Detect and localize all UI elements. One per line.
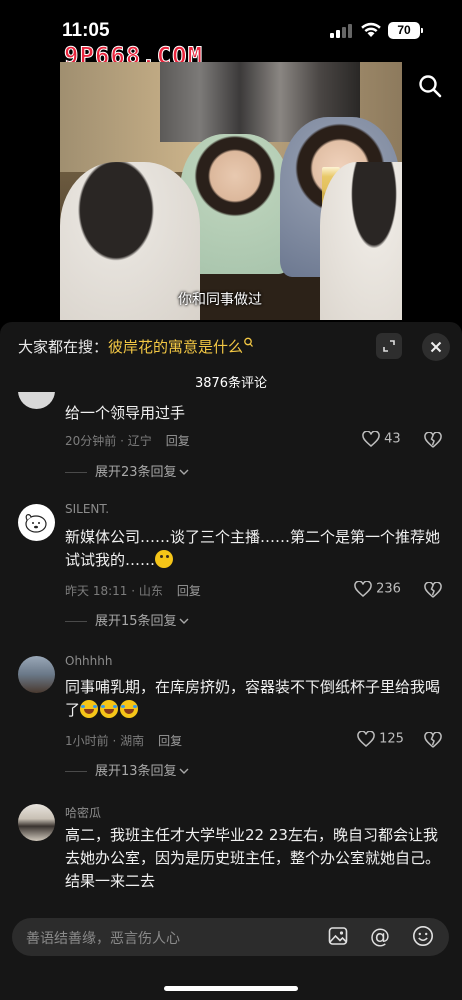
search-suggestion-keyword[interactable]: 彼岸花的寓意是什么 xyxy=(108,338,243,356)
like-count: 43 xyxy=(384,431,401,447)
expand-replies-label: 展开23条回复 xyxy=(95,465,177,480)
comment-input[interactable]: 善语结善缘，恶言伤人心 @ xyxy=(12,918,449,956)
video-caption: 你和同事做过 xyxy=(178,292,262,308)
close-panel-button[interactable] xyxy=(422,333,450,361)
search-icon[interactable] xyxy=(418,74,442,98)
expand-icon xyxy=(383,340,395,352)
emoji-icon[interactable] xyxy=(412,925,434,947)
like-button[interactable]: 43 xyxy=(362,430,401,447)
comment-meta: 1小时前 · 湖南 回复 xyxy=(65,732,182,749)
chevron-down-icon xyxy=(179,768,189,774)
expand-replies-button[interactable]: 展开13条回复 xyxy=(65,760,189,779)
close-icon xyxy=(430,341,442,353)
comment-text: 高二，我班主任才大学毕业22 23左右，晚自习都会让我去她办公室，因为是历史班主… xyxy=(65,826,441,890)
expand-replies-button[interactable]: 展开15条回复 xyxy=(65,610,189,629)
comment-input-placeholder: 善语结善缘，恶言伤人心 xyxy=(26,931,180,947)
broken-heart-icon[interactable] xyxy=(424,432,442,448)
comment-count: 3876条评论 xyxy=(194,376,268,391)
cellular-signal-icon xyxy=(330,24,352,38)
wifi-icon xyxy=(361,22,381,37)
battery-indicator: 70 xyxy=(388,22,423,39)
like-button[interactable]: 236 xyxy=(354,580,401,597)
divider-line xyxy=(65,621,87,622)
divider-line xyxy=(65,771,87,772)
broken-heart-icon[interactable] xyxy=(424,582,442,598)
like-count: 236 xyxy=(376,581,401,597)
comment-meta: 20分钟前 · 辽宁 回复 xyxy=(65,432,190,449)
expand-panel-button[interactable] xyxy=(376,333,402,359)
expand-replies-button[interactable]: 展开23条回复 xyxy=(65,461,189,480)
comment-username[interactable]: Ohhhhh xyxy=(65,654,112,668)
expand-replies-label: 展开13条回复 xyxy=(95,764,177,779)
comment-meta: 昨天 18:11 · 山东 回复 xyxy=(65,582,201,599)
comment-username[interactable]: 哈密瓜 xyxy=(65,804,101,821)
heart-icon xyxy=(354,580,372,597)
like-count: 125 xyxy=(379,731,404,747)
comment-text-content: 新媒体公司……谈了三个主播……第二个是第一个推荐她试试我的…… xyxy=(65,528,441,569)
laughing-tears-emoji-icon xyxy=(120,700,139,718)
broken-heart-icon[interactable] xyxy=(424,732,442,748)
video-player[interactable]: 你和同事做过 xyxy=(60,62,402,320)
comment-list[interactable]: 给一个领导用过手 20分钟前 · 辽宁 回复 43 展开23条回复 SILENT… xyxy=(0,392,462,912)
laughing-tears-emoji-icon xyxy=(100,700,119,718)
comment-time-location: 1小时前 · 湖南 xyxy=(65,734,145,748)
comment-username[interactable]: SILENT. xyxy=(65,502,109,516)
home-indicator[interactable] xyxy=(164,986,298,991)
mention-button[interactable]: @ xyxy=(370,924,390,948)
like-button[interactable]: 125 xyxy=(357,730,404,747)
search-small-icon xyxy=(244,337,254,347)
reply-button[interactable]: 回复 xyxy=(158,734,182,748)
thinking-emoji-icon xyxy=(155,550,174,568)
chevron-down-icon xyxy=(179,469,189,475)
search-suggestion-prefix: 大家都在搜： xyxy=(18,338,109,356)
comment-text: 给一个领导用过手 xyxy=(65,404,186,422)
video-person xyxy=(320,162,402,320)
reply-button[interactable]: 回复 xyxy=(166,434,190,448)
comment-time-location: 20分钟前 · 辽宁 xyxy=(65,434,152,448)
comment-text: 同事哺乳期，在库房挤奶，容器装不下倒纸杯子里给我喝了 xyxy=(65,676,445,722)
chevron-down-icon xyxy=(179,618,189,624)
avatar[interactable] xyxy=(18,504,55,541)
search-suggestion[interactable]: 大家都在搜：彼岸花的寓意是什么 xyxy=(18,336,254,357)
divider-line xyxy=(65,472,87,473)
avatar-dog-icon xyxy=(25,514,47,533)
avatar[interactable] xyxy=(18,392,55,409)
laughing-tears-emoji-icon xyxy=(80,700,99,718)
comment-time-location: 昨天 18:11 · 山东 xyxy=(65,584,163,598)
comment-text: 新媒体公司……谈了三个主播……第二个是第一个推荐她试试我的…… xyxy=(65,526,445,572)
reply-button[interactable]: 回复 xyxy=(177,584,201,598)
expand-replies-label: 展开15条回复 xyxy=(95,614,177,629)
comments-panel: 大家都在搜：彼岸花的寓意是什么 3876条评论 给一个领导用过手 20分钟前 ·… xyxy=(0,322,462,1000)
status-time: 11:05 xyxy=(62,20,110,41)
heart-icon xyxy=(357,730,375,747)
heart-icon xyxy=(362,430,380,447)
avatar[interactable] xyxy=(18,804,55,841)
avatar[interactable] xyxy=(18,656,55,693)
image-icon[interactable] xyxy=(328,926,348,946)
status-bar: 11:05 70 xyxy=(0,0,462,48)
